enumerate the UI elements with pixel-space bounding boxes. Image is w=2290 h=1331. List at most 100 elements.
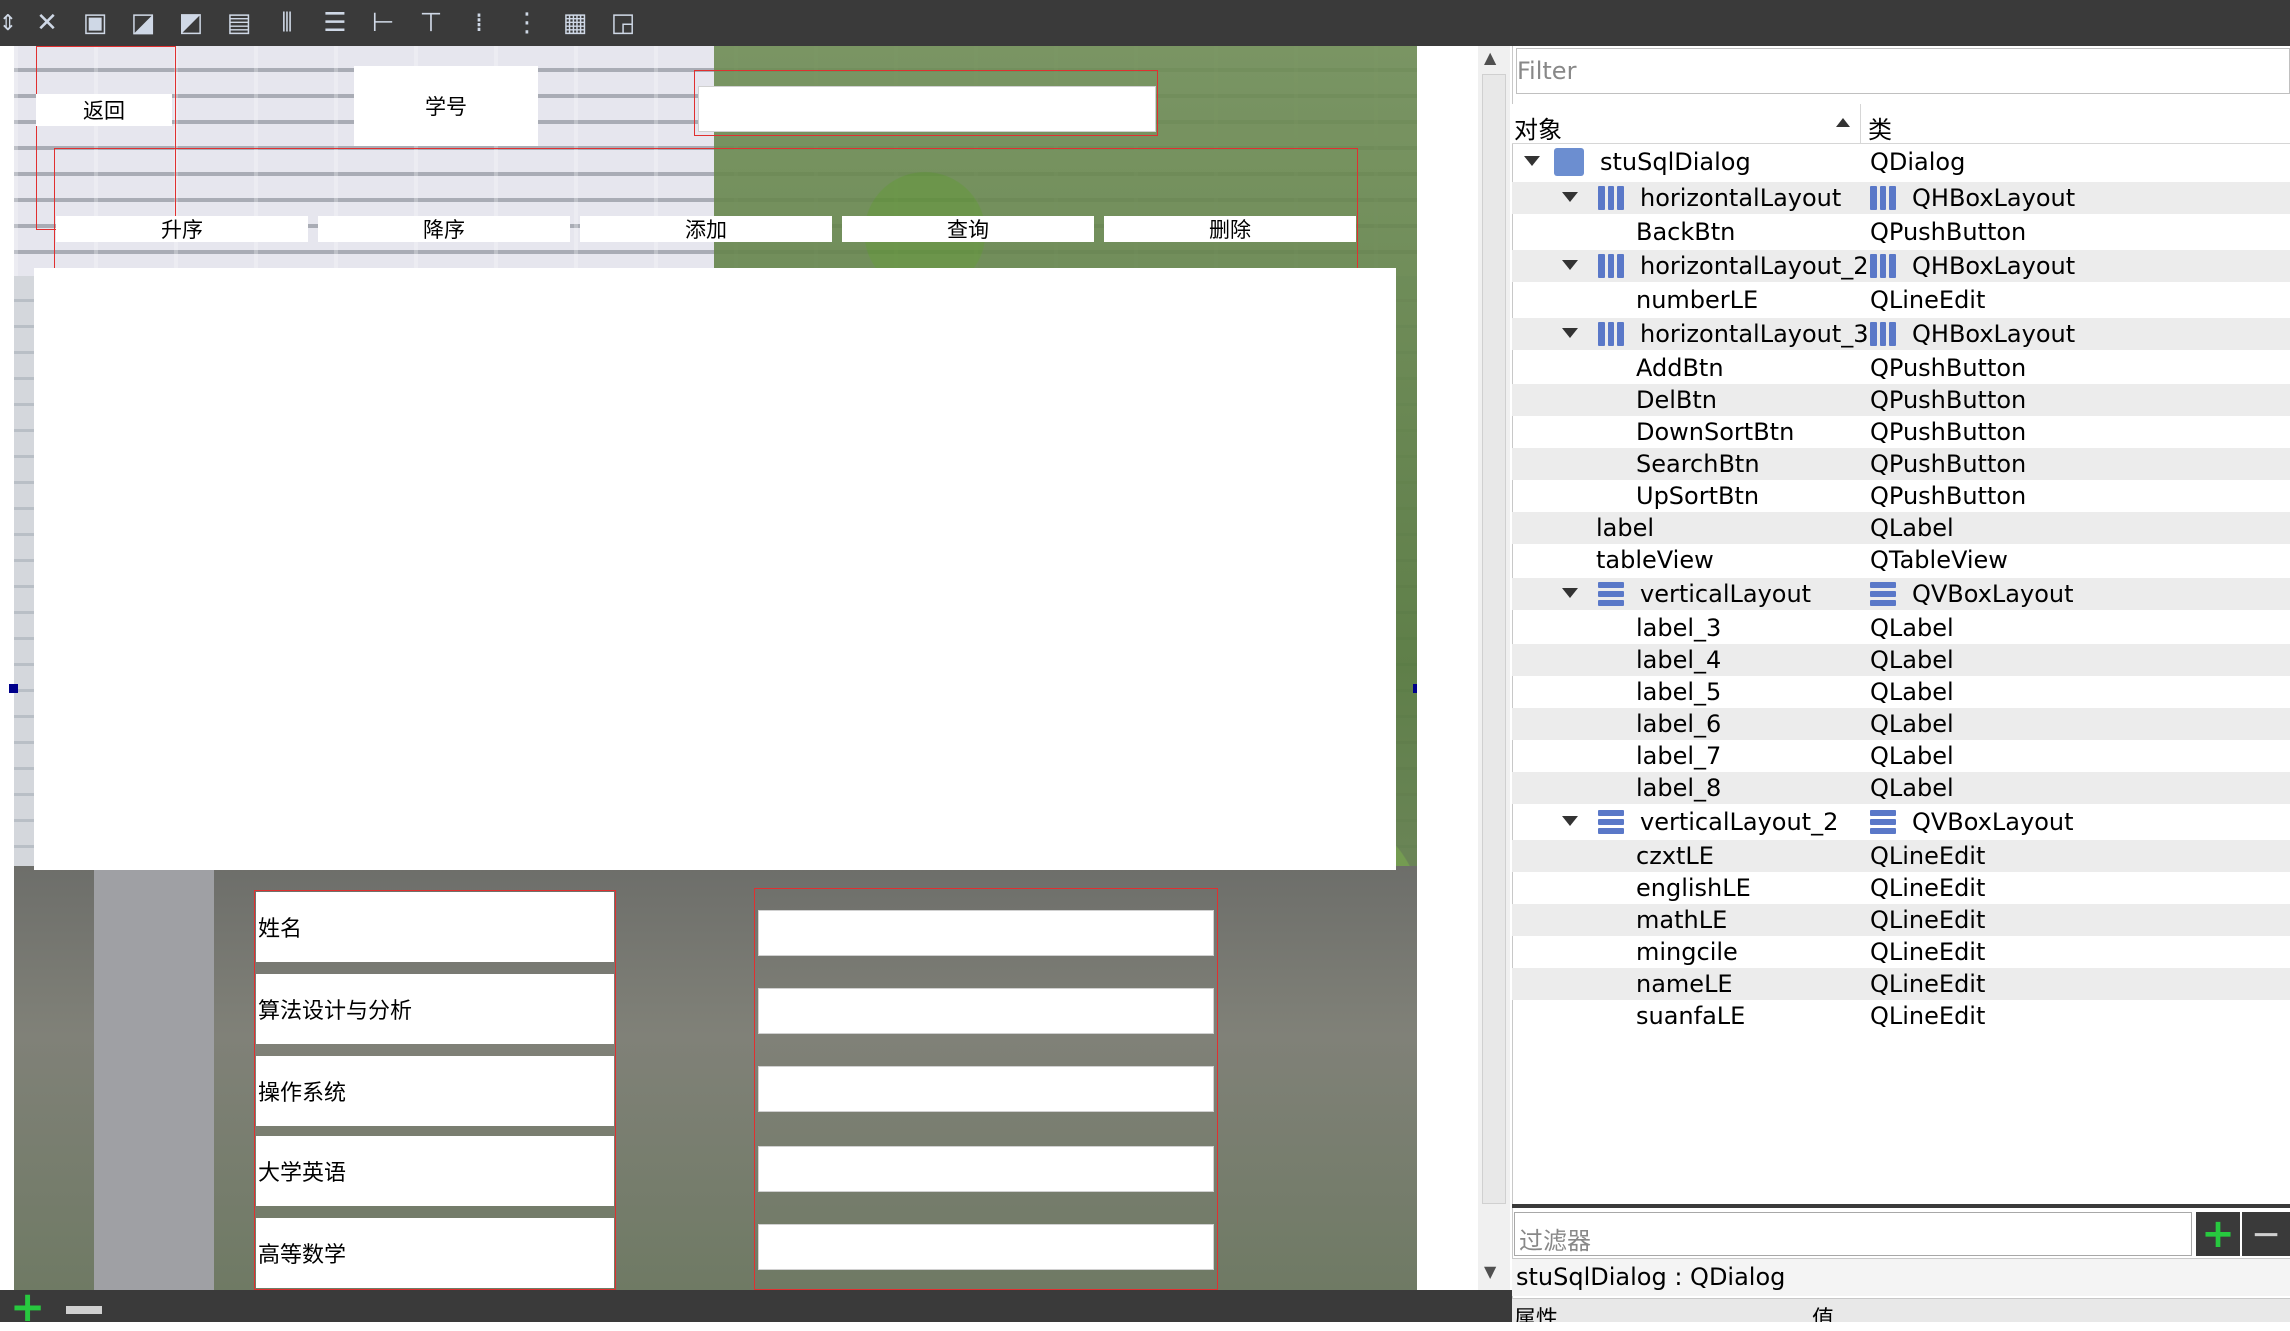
object-row[interactable]: horizontalLayout_3 QHBoxLayout — [1512, 318, 2290, 350]
layout-horizontal-splitter-icon[interactable]: ⊢ — [368, 8, 398, 38]
os-input[interactable] — [758, 1066, 1214, 1112]
object-filter-input[interactable]: Filter — [1516, 48, 2290, 94]
layout-vertical-splitter-icon[interactable]: ⊤ — [416, 8, 446, 38]
object-name: UpSortBtn — [1636, 482, 1760, 510]
column-property[interactable]: 属性 — [1514, 1301, 1558, 1322]
hbox-layout-icon — [1870, 186, 1897, 210]
math-input[interactable] — [758, 1224, 1214, 1270]
field-label-math: 高等数学 — [256, 1218, 614, 1288]
object-class: QHBoxLayout — [1912, 184, 2076, 212]
object-row[interactable]: label QLabel — [1512, 512, 2290, 544]
property-filter-input[interactable]: 过滤器 — [1514, 1212, 2192, 1256]
object-row[interactable]: horizontalLayout_2 QHBoxLayout — [1512, 250, 2290, 282]
object-row[interactable]: tableView QTableView — [1512, 544, 2290, 576]
expand-arrow-icon[interactable] — [1562, 588, 1578, 598]
column-class[interactable]: 类 — [1868, 110, 1892, 145]
scroll-down-icon[interactable]: ▼ — [1484, 1262, 1496, 1281]
english-input[interactable] — [758, 1146, 1214, 1192]
object-name: verticalLayout_2 — [1640, 808, 1839, 836]
close-icon[interactable]: ✕ — [32, 8, 62, 38]
scroll-up-icon[interactable]: ▲ — [1484, 48, 1496, 67]
delete-button[interactable]: 删除 — [1104, 216, 1356, 242]
object-row[interactable]: mingcile QLineEdit — [1512, 936, 2290, 968]
layout-vertical-icon[interactable]: ☰ — [320, 8, 350, 38]
object-row[interactable]: label_7 QLabel — [1512, 740, 2290, 772]
back-button[interactable]: 返回 — [36, 94, 172, 126]
expand-arrow-icon[interactable] — [1562, 260, 1578, 270]
edit-signals-icon[interactable]: ◪ — [128, 8, 158, 38]
object-row[interactable]: label_8 QLabel — [1512, 772, 2290, 804]
object-class: QPushButton — [1870, 450, 2027, 478]
layout-horizontal-icon[interactable]: ⦀ — [272, 8, 302, 38]
object-row[interactable]: DownSortBtn QPushButton — [1512, 416, 2290, 448]
break-layout-icon[interactable]: ▦ — [560, 8, 590, 38]
hbox-layout-icon — [1598, 186, 1625, 210]
object-class: QTableView — [1870, 546, 2008, 574]
panel-splitter[interactable] — [1512, 1204, 2290, 1208]
object-row[interactable]: label_3 QLabel — [1512, 612, 2290, 644]
object-name: horizontalLayout_2 — [1640, 252, 1869, 280]
object-name: mingcile — [1636, 938, 1738, 966]
object-name: label_6 — [1636, 710, 1722, 738]
add-property-button[interactable]: + — [2196, 1211, 2240, 1257]
object-row[interactable]: stuSqlDialog QDialog — [1512, 146, 2290, 178]
object-row[interactable]: mathLE QLineEdit — [1512, 904, 2290, 936]
expand-arrow-icon[interactable] — [1562, 192, 1578, 202]
object-row[interactable]: label_5 QLabel — [1512, 676, 2290, 708]
expand-arrow-icon[interactable] — [1524, 156, 1540, 166]
vbox-layout-icon — [1870, 810, 1896, 834]
expand-arrow-icon[interactable] — [1562, 328, 1578, 338]
table-view[interactable] — [34, 268, 1396, 870]
number-input[interactable] — [698, 86, 1156, 132]
object-row[interactable]: label_4 QLabel — [1512, 644, 2290, 676]
object-row[interactable]: englishLE QLineEdit — [1512, 872, 2290, 904]
object-row[interactable]: verticalLayout QVBoxLayout — [1512, 578, 2290, 610]
object-row[interactable]: AddBtn QPushButton — [1512, 352, 2290, 384]
object-class: QLabel — [1870, 614, 1954, 642]
add-button[interactable]: 添加 — [580, 216, 832, 242]
edit-buddies-icon[interactable]: ◩ — [176, 8, 206, 38]
object-row[interactable]: UpSortBtn QPushButton — [1512, 480, 2290, 512]
down-sort-button[interactable]: 降序 — [318, 216, 570, 242]
object-name: nameLE — [1636, 970, 1733, 998]
search-button[interactable]: 查询 — [842, 216, 1094, 242]
object-row[interactable]: suanfaLE QLineEdit — [1512, 1000, 2290, 1032]
add-icon[interactable]: + — [10, 1286, 46, 1328]
object-row[interactable]: label_6 QLabel — [1512, 708, 2290, 740]
remove-icon[interactable] — [66, 1306, 102, 1314]
object-row[interactable]: horizontalLayout QHBoxLayout — [1512, 182, 2290, 214]
object-name: label_5 — [1636, 678, 1722, 706]
resize-arrows-icon[interactable]: ⇕ — [0, 8, 17, 38]
resize-handle-left[interactable] — [9, 684, 18, 693]
canvas-scrollbar[interactable]: ▲ ▼ — [1478, 46, 1510, 1290]
object-class: QPushButton — [1870, 354, 2027, 382]
remove-property-button[interactable]: − — [2242, 1212, 2290, 1256]
object-name: mathLE — [1636, 906, 1728, 934]
object-row[interactable]: BackBtn QPushButton — [1512, 216, 2290, 248]
edit-widgets-icon[interactable]: ▣ — [80, 8, 110, 38]
hbox-layout-icon — [1870, 254, 1897, 278]
object-row[interactable]: numberLE QLineEdit — [1512, 284, 2290, 316]
adjust-size-icon[interactable]: ◲ — [608, 8, 638, 38]
layout-grid-icon[interactable]: ⋮ — [512, 8, 542, 38]
edit-tab-order-icon[interactable]: ▤ — [224, 8, 254, 38]
object-name: label_7 — [1636, 742, 1722, 770]
scrollbar-thumb[interactable] — [1482, 74, 1506, 1204]
object-row[interactable]: DelBtn QPushButton — [1512, 384, 2290, 416]
name-input[interactable] — [758, 910, 1214, 956]
object-name: BackBtn — [1636, 218, 1736, 246]
form-editor-toolbar: ⇕ ✕ ▣ ◪ ◩ ▤ ⦀ ☰ ⊢ ⊤ ⁞ ⋮ ▦ ◲ — [0, 0, 1512, 46]
object-row[interactable]: nameLE QLineEdit — [1512, 968, 2290, 1000]
object-class: QLineEdit — [1870, 938, 1986, 966]
layout-form-icon[interactable]: ⁞ — [464, 8, 494, 38]
algorithm-input[interactable] — [758, 988, 1214, 1034]
up-sort-button[interactable]: 升序 — [56, 216, 308, 242]
object-row[interactable]: verticalLayout_2 QVBoxLayout — [1512, 806, 2290, 838]
column-object[interactable]: 对象 — [1514, 110, 1562, 145]
column-value[interactable]: 值 — [1812, 1301, 1834, 1322]
object-row[interactable]: SearchBtn QPushButton — [1512, 448, 2290, 480]
object-name: DelBtn — [1636, 386, 1717, 414]
object-row[interactable]: czxtLE QLineEdit — [1512, 840, 2290, 872]
object-class: QLabel — [1870, 646, 1954, 674]
expand-arrow-icon[interactable] — [1562, 816, 1578, 826]
